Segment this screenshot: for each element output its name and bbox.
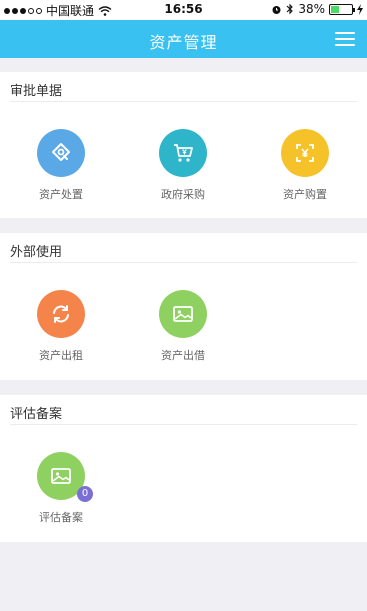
section-external-use: 外部使用 资产出租 资产出借 (0, 233, 367, 380)
government-procurement-item[interactable]: 政府采购 (138, 129, 228, 202)
divider (10, 101, 357, 102)
item-label: 资产出借 (161, 349, 205, 362)
section-title: 外部使用 (10, 245, 63, 260)
divider (10, 424, 357, 425)
asset-disposal-item[interactable]: 资产处置 (16, 129, 106, 202)
divider (10, 262, 357, 263)
navbar: 资产管理 (0, 20, 367, 58)
battery-level (331, 5, 339, 13)
evaluation-filing-item[interactable]: 评估备案 0 (16, 452, 106, 525)
refresh-icon (37, 290, 85, 338)
page-title: 资产管理 (149, 33, 218, 52)
section-title: 审批单据 (10, 84, 63, 99)
section-title: 评估备案 (10, 407, 63, 422)
image-icon (159, 290, 207, 338)
disposal-icon (37, 129, 85, 177)
section-approval: 审批单据 资产处置 政府采购 资产购置 (0, 72, 367, 218)
count-badge: 0 (77, 486, 93, 502)
status-right: 38% (271, 2, 363, 16)
yuan-scan-icon (281, 129, 329, 177)
section-evaluation-filing: 评估备案 评估备案 0 (0, 395, 367, 542)
status-bar: 中国联通 16:56 38% (0, 0, 367, 20)
bluetooth-icon (286, 3, 294, 15)
item-label: 资产购置 (283, 188, 327, 201)
item-label: 评估备案 (39, 511, 83, 524)
item-label: 资产处置 (39, 188, 83, 201)
item-label: 资产出租 (39, 349, 83, 362)
asset-purchase-item[interactable]: 资产购置 (260, 129, 350, 202)
battery-percentage: 38% (298, 2, 325, 16)
charging-icon (357, 3, 363, 15)
battery-icon (329, 3, 355, 15)
item-label: 政府采购 (161, 188, 205, 201)
asset-lending-item[interactable]: 资产出借 (138, 290, 228, 363)
hamburger-menu-icon[interactable] (335, 31, 355, 47)
asset-lease-item[interactable]: 资产出租 (16, 290, 106, 363)
alarm-icon (272, 5, 281, 14)
shopping-cart-icon (159, 129, 207, 177)
